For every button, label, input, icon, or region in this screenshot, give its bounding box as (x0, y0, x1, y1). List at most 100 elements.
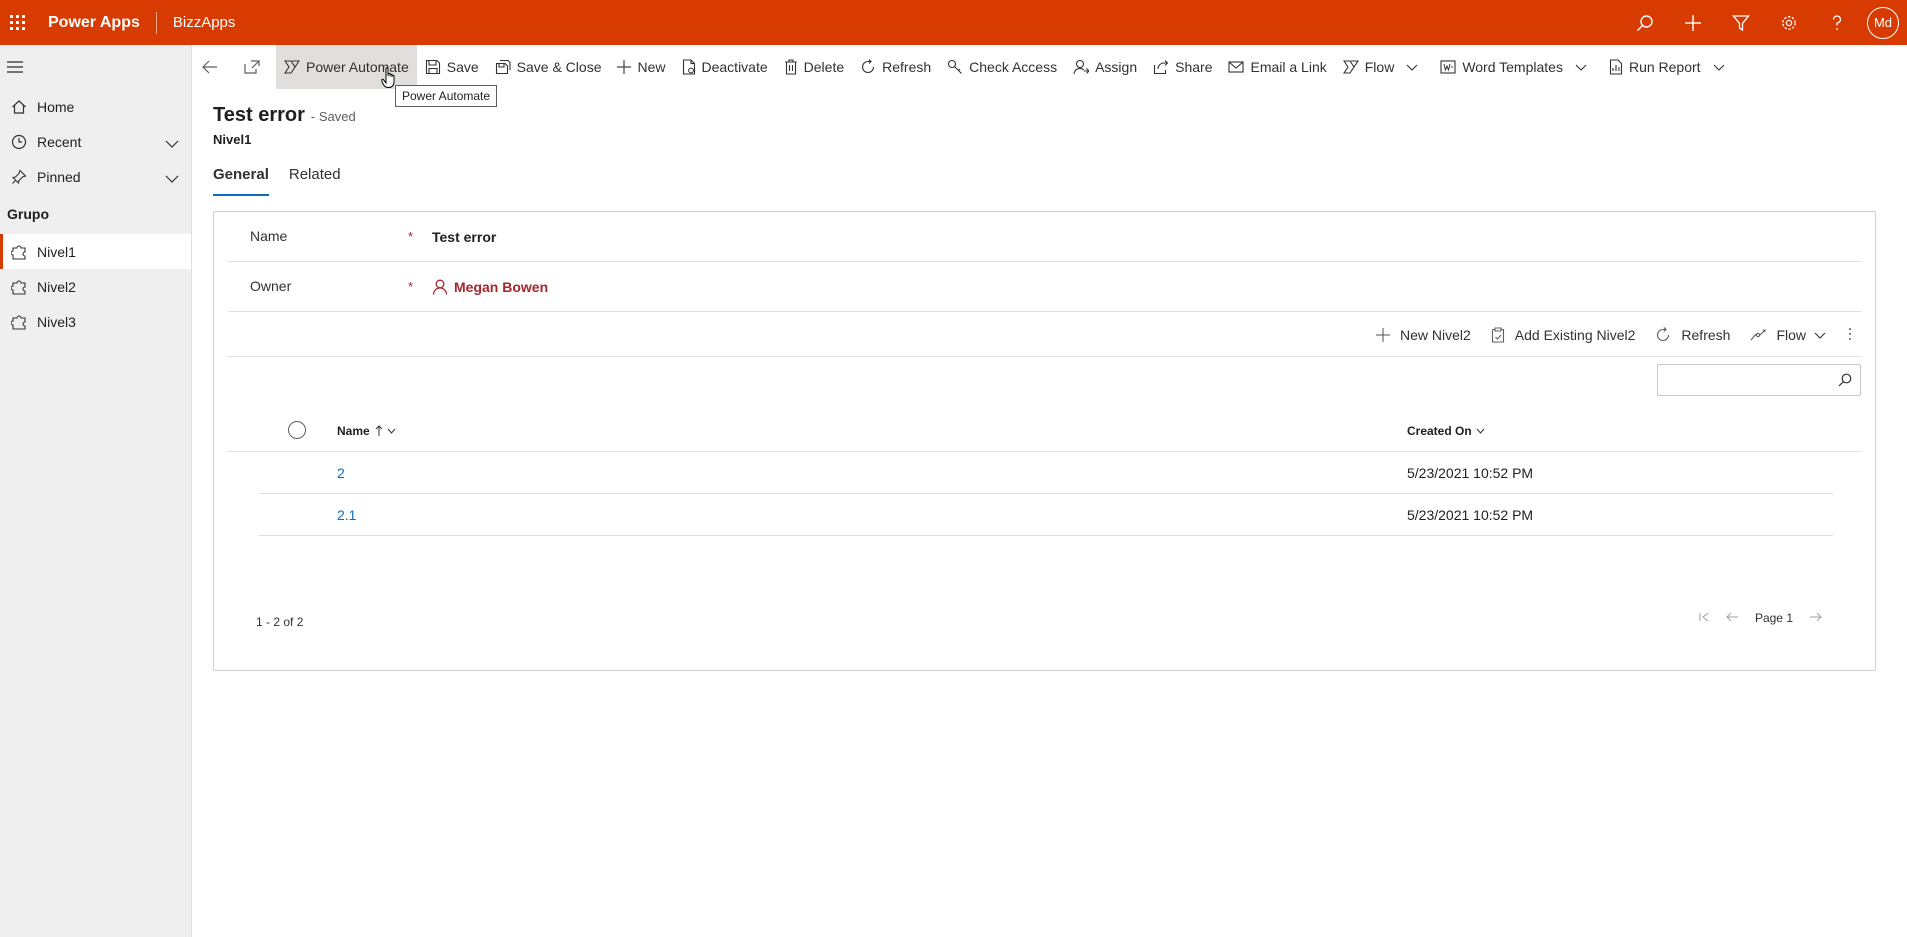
share-label: Share (1175, 59, 1213, 75)
arrow-left-icon (202, 60, 217, 74)
new-button[interactable]: New (609, 45, 673, 89)
deactivate-label: Deactivate (701, 59, 768, 75)
pin-icon (0, 168, 37, 185)
owner-lookup-link[interactable]: Megan Bowen (432, 279, 548, 295)
new-nivel2-button[interactable]: New Nivel2 (1375, 327, 1471, 343)
save-close-button[interactable]: Save & Close (487, 45, 610, 89)
assign-label: Assign (1095, 59, 1138, 75)
environment-name[interactable]: BizzApps (173, 14, 236, 31)
save-status: - Saved (310, 109, 356, 124)
share-button[interactable]: Share (1145, 45, 1220, 89)
hamburger-menu-icon[interactable] (0, 45, 191, 89)
flow-button[interactable]: Flow (1335, 45, 1433, 89)
row-name-link[interactable]: 2.1 (337, 507, 356, 523)
nav-item-nivel1[interactable]: Nivel1 (0, 234, 191, 269)
owner-name: Megan Bowen (454, 279, 549, 295)
entity-name: Nivel1 (213, 132, 252, 147)
open-new-window-button[interactable] (234, 45, 276, 89)
share-icon (1154, 60, 1169, 75)
deactivate-button[interactable]: Deactivate (674, 45, 776, 89)
required-indicator: * (408, 229, 414, 244)
chevron-down-icon (1406, 64, 1418, 71)
run-report-button[interactable]: Run Report (1601, 45, 1739, 89)
search-icon[interactable] (1838, 373, 1852, 392)
tab-general[interactable]: General (213, 166, 269, 196)
app-name[interactable]: Power Apps (48, 14, 140, 32)
refresh-label: Refresh (882, 59, 932, 75)
check-access-label: Check Access (969, 59, 1058, 75)
word-template-icon (1440, 60, 1456, 74)
grid-header: Name Created On (228, 408, 1862, 452)
chevron-down-icon (1713, 64, 1724, 71)
column-created-on-label: Created On (1407, 424, 1472, 438)
key-icon (948, 59, 963, 74)
puzzle-icon (0, 314, 37, 330)
save-button[interactable]: Save (417, 45, 487, 89)
sort-ascending-icon (375, 425, 383, 436)
subgrid-refresh-button[interactable]: Refresh (1655, 327, 1730, 343)
more-options-icon[interactable] (1848, 327, 1852, 344)
refresh-button[interactable]: Refresh (852, 45, 939, 89)
add-existing-nivel2-button[interactable]: Add Existing Nivel2 (1491, 327, 1636, 343)
plus-icon (617, 60, 632, 74)
row-name-link[interactable]: 2 (337, 465, 345, 481)
row-created-on: 5/23/2021 10:52 PM (1407, 465, 1534, 481)
required-indicator: * (408, 279, 414, 294)
check-access-button[interactable]: Check Access (939, 45, 1065, 89)
nav-item-nivel2[interactable]: Nivel2 (0, 269, 191, 304)
tab-related[interactable]: Related (289, 166, 341, 196)
delete-button[interactable]: Delete (776, 45, 852, 89)
new-label: New (637, 59, 666, 75)
email-link-button[interactable]: Email a Link (1220, 45, 1334, 89)
gear-icon[interactable] (1765, 0, 1813, 45)
back-button[interactable] (192, 45, 234, 89)
subgrid-search-input[interactable] (1658, 365, 1828, 395)
assign-button[interactable]: Assign (1065, 45, 1145, 89)
add-existing-icon (1491, 327, 1504, 343)
app-launcher-icon[interactable] (0, 0, 34, 45)
user-avatar[interactable]: Md (1867, 6, 1899, 39)
flow-label: Flow (1364, 59, 1395, 75)
chevron-down-icon[interactable] (165, 170, 179, 186)
nav-item-recent[interactable]: Recent (0, 124, 191, 159)
help-icon[interactable] (1813, 0, 1861, 45)
run-report-label: Run Report (1628, 59, 1701, 75)
delete-label: Delete (803, 59, 845, 75)
page-number: Page 1 (1754, 611, 1793, 625)
report-icon (1609, 59, 1623, 75)
subgrid-search (1657, 364, 1861, 396)
first-page-icon[interactable] (1699, 611, 1710, 625)
nav-item-pinned[interactable]: Pinned (0, 159, 191, 194)
table-row[interactable]: 2.1 5/23/2021 10:52 PM (259, 494, 1833, 536)
select-all-checkbox[interactable] (288, 421, 306, 439)
next-page-icon[interactable] (1809, 611, 1822, 625)
nav-item-label: Home (37, 98, 75, 115)
name-field-label: Name (250, 228, 288, 244)
nav-group-label: Grupo (7, 206, 49, 222)
app-header: Power Apps BizzApps Md (0, 0, 1907, 45)
table-row[interactable]: 2 5/23/2021 10:52 PM (259, 452, 1833, 494)
form-section: Name * Test error Owner * Megan Bowen Ne… (213, 211, 1876, 671)
power-automate-icon (284, 60, 300, 74)
nav-item-nivel3[interactable]: Nivel3 (0, 304, 191, 339)
word-templates-button[interactable]: Word Templates (1432, 45, 1601, 89)
puzzle-icon (0, 244, 37, 260)
column-header-created-on[interactable]: Created On (1407, 424, 1485, 438)
deactivate-icon (682, 59, 695, 75)
chevron-down-icon (1814, 332, 1826, 339)
chevron-down-icon[interactable] (165, 135, 179, 151)
plus-icon[interactable] (1669, 0, 1717, 45)
page-title: Test error (213, 104, 305, 126)
nav-item-home[interactable]: Home (0, 89, 191, 124)
save-icon (425, 59, 440, 75)
name-field-value[interactable]: Test error (432, 229, 496, 245)
column-header-name[interactable]: Name (337, 424, 396, 438)
filter-icon[interactable] (1717, 0, 1765, 45)
subgrid-flow-button[interactable]: Flow (1750, 327, 1826, 343)
previous-page-icon[interactable] (1726, 611, 1739, 625)
clock-icon (0, 134, 37, 150)
add-existing-nivel2-label: Add Existing Nivel2 (1514, 327, 1636, 343)
subgrid-command-bar: New Nivel2 Add Existing Nivel2 Refresh F… (228, 314, 1862, 357)
email-icon (1228, 61, 1245, 73)
search-icon[interactable] (1621, 0, 1669, 45)
